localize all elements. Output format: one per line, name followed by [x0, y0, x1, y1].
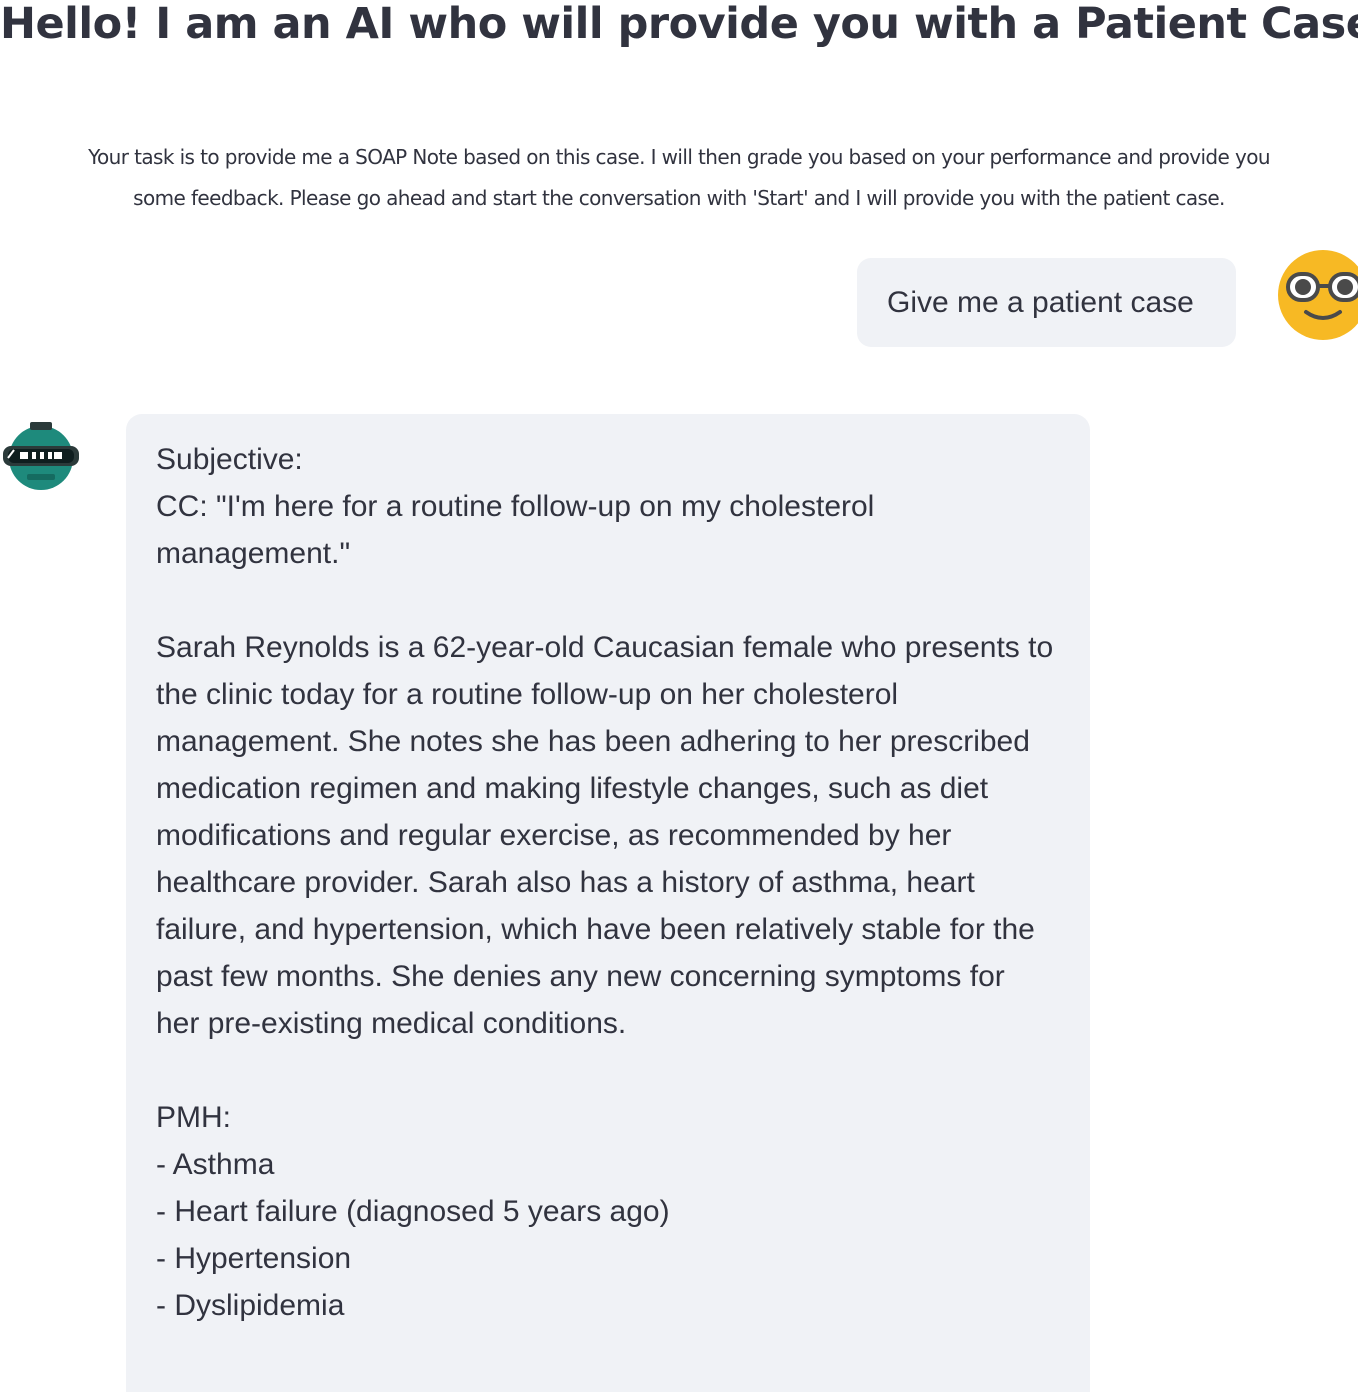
intro-text: Your task is to provide me a SOAP Note b…	[0, 137, 1358, 219]
user-message-text: Give me a patient case	[887, 285, 1194, 319]
pmh-item: - Asthma	[156, 1148, 275, 1181]
chief-complaint: CC: "I'm here for a routine follow-up on…	[156, 490, 875, 570]
nerd-face-icon	[1278, 250, 1358, 340]
pmh-item: - Dyslipidemia	[156, 1289, 345, 1322]
assistant-message-bubble: Subjective: CC: "I'm here for a routine …	[126, 414, 1090, 1392]
subjective-heading: Subjective:	[156, 443, 303, 476]
user-message-row: Give me a patient case	[0, 250, 1358, 348]
user-message-bubble: Give me a patient case	[857, 258, 1236, 347]
robot-icon	[0, 422, 82, 490]
history-of-present-illness: Sarah Reynolds is a 62-year-old Caucasia…	[156, 631, 1054, 1040]
pmh-item: - Heart failure (diagnosed 5 years ago)	[156, 1195, 670, 1228]
intro-line-2: some feedback. Please go ahead and start…	[133, 186, 1225, 210]
intro-line-1: Your task is to provide me a SOAP Note b…	[88, 145, 1270, 169]
pmh-heading: PMH:	[156, 1101, 231, 1134]
page-title: Hello! I am an AI who will provide you w…	[0, 0, 1358, 49]
pmh-item: - Hypertension	[156, 1242, 352, 1275]
